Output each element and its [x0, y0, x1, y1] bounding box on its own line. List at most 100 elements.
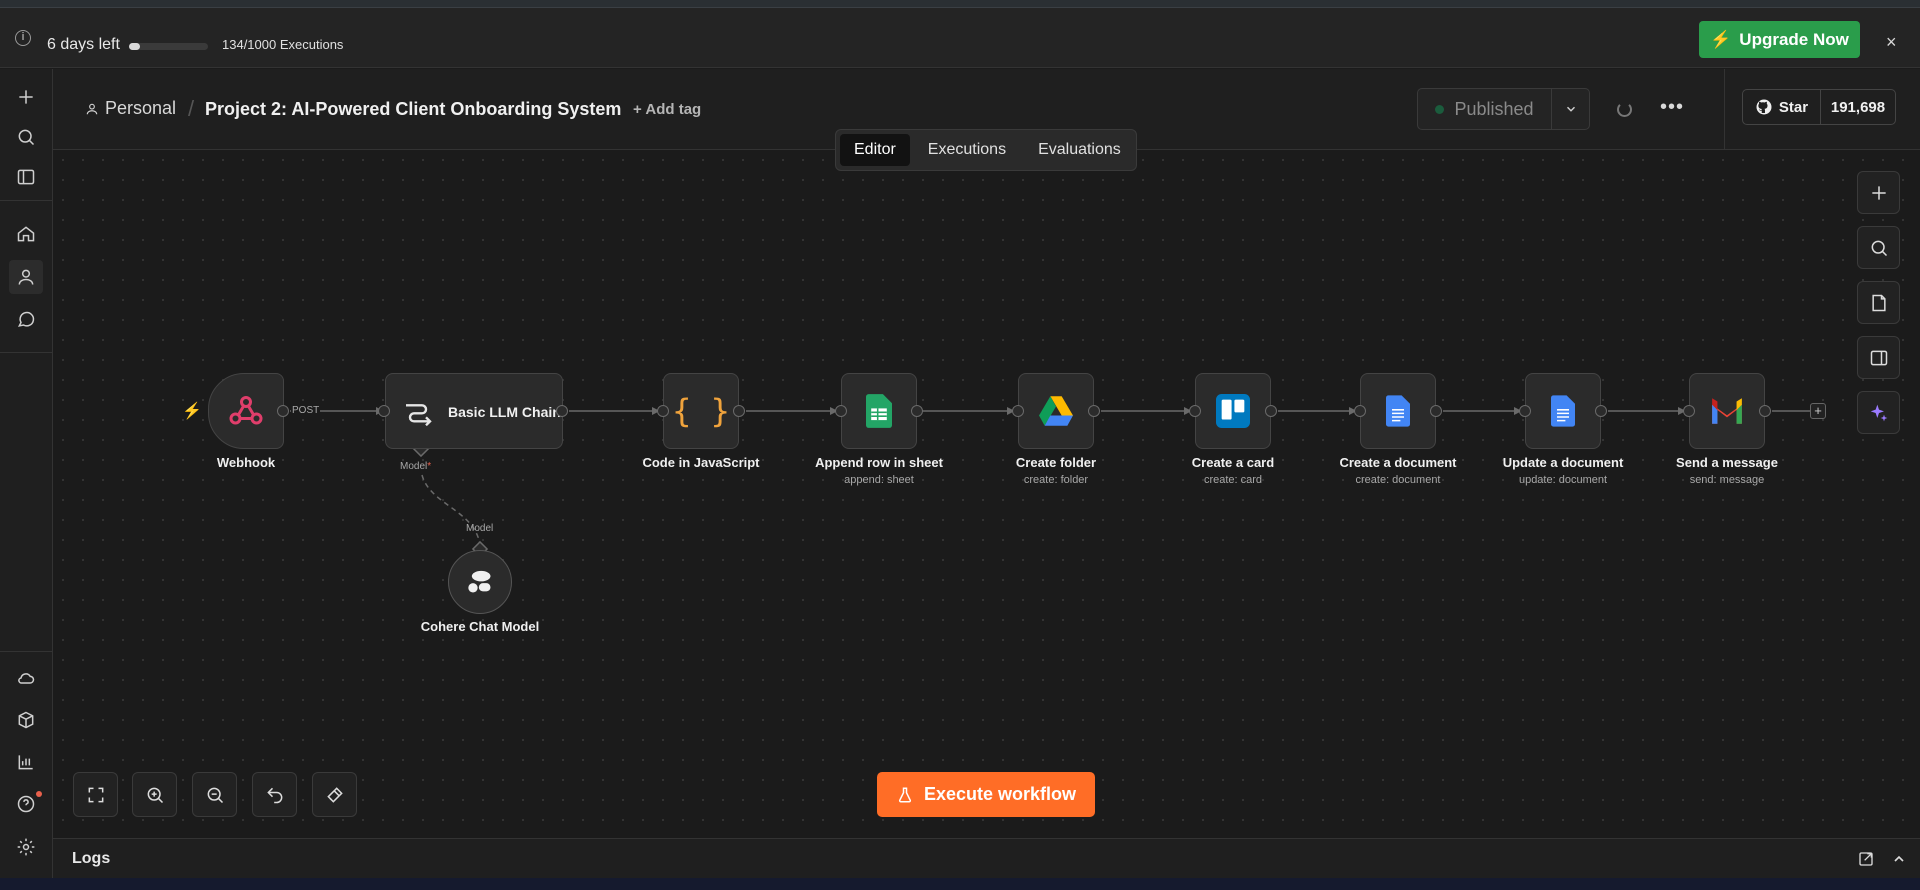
templates-box-icon[interactable] — [13, 707, 39, 733]
node-create-card[interactable] — [1195, 373, 1271, 449]
input-port[interactable] — [835, 405, 847, 417]
node-cohere-chat-model[interactable] — [448, 550, 512, 614]
insights-chart-icon[interactable] — [13, 749, 39, 775]
breadcrumb-owner[interactable]: Personal — [105, 98, 176, 119]
cloud-icon[interactable] — [13, 665, 39, 691]
star-label: Star — [1778, 98, 1809, 116]
model-input-label: Model* — [400, 461, 431, 472]
gmail-icon — [1712, 398, 1742, 424]
output-port[interactable] — [277, 405, 289, 417]
input-port[interactable] — [1354, 405, 1366, 417]
node-send-message[interactable] — [1689, 373, 1765, 449]
pop-out-icon[interactable] — [1858, 851, 1874, 867]
node-create-folder[interactable] — [1018, 373, 1094, 449]
tab-executions[interactable]: Executions — [914, 134, 1020, 166]
sidebar-divider — [0, 200, 52, 201]
publish-control: Published — [1417, 88, 1590, 130]
notification-dot — [36, 791, 42, 797]
output-port[interactable] — [1430, 405, 1442, 417]
search-icon[interactable] — [13, 124, 39, 150]
help-icon[interactable] — [13, 791, 39, 817]
execute-workflow-label: Execute workflow — [923, 784, 1077, 804]
os-taskbar — [0, 878, 1920, 890]
trial-days-left: 6 days left — [47, 36, 120, 53]
home-icon[interactable] — [13, 221, 39, 247]
tidy-up-broom-icon[interactable] — [312, 772, 357, 817]
input-port[interactable] — [1012, 405, 1024, 417]
input-port[interactable] — [1519, 405, 1531, 417]
ai-assistant-sparkle-icon[interactable] — [1857, 391, 1900, 434]
node-create-document[interactable] — [1360, 373, 1436, 449]
node-append-row-sheet[interactable] — [841, 373, 917, 449]
cohere-icon — [468, 570, 491, 593]
more-options-icon[interactable]: ••• — [1660, 96, 1684, 119]
search-nodes-icon[interactable] — [1857, 226, 1900, 269]
node-label: Code in JavaScript — [642, 455, 760, 470]
github-star-widget[interactable]: Star 191,698 — [1742, 89, 1896, 125]
sticky-note-icon[interactable] — [1857, 281, 1900, 324]
breadcrumb-separator: / — [188, 96, 195, 121]
output-port[interactable] — [1759, 405, 1771, 417]
add-icon[interactable] — [13, 84, 39, 110]
breadcrumb[interactable]: Personal — [85, 98, 176, 119]
input-port[interactable] — [378, 405, 390, 417]
zoom-out-icon[interactable] — [192, 772, 237, 817]
output-port[interactable] — [556, 405, 568, 417]
personal-user-icon[interactable] — [9, 260, 43, 294]
zoom-in-icon[interactable] — [132, 772, 177, 817]
logs-title: Logs — [72, 850, 111, 867]
published-button[interactable]: Published — [1418, 89, 1552, 129]
node-subtitle: send: message — [1689, 474, 1765, 486]
input-port[interactable] — [657, 405, 669, 417]
add-node-button[interactable] — [1857, 171, 1900, 214]
node-label: Append row in sheet — [815, 455, 943, 470]
google-drive-icon — [1039, 396, 1073, 426]
model-required-mark: * — [427, 461, 432, 472]
output-port[interactable] — [1265, 405, 1277, 417]
panel-toggle-icon[interactable] — [1857, 336, 1900, 379]
published-label: Published — [1454, 98, 1534, 119]
saving-spinner-icon — [1617, 102, 1632, 117]
upgrade-label: Upgrade Now — [1739, 29, 1849, 49]
chevron-down-icon[interactable] — [1552, 89, 1589, 129]
execution-count: 134/1000 Executions — [222, 37, 344, 52]
star-count: 191,698 — [1830, 98, 1886, 116]
info-icon[interactable]: i — [15, 30, 31, 46]
trello-icon — [1216, 394, 1250, 428]
add-next-node-button[interactable]: + — [1810, 403, 1826, 419]
tab-evaluations[interactable]: Evaluations — [1024, 134, 1135, 166]
chevron-up-icon[interactable] — [1891, 851, 1907, 867]
tab-editor[interactable]: Editor — [840, 134, 910, 166]
node-webhook[interactable] — [208, 373, 284, 449]
upgrade-now-button[interactable]: ⚡ Upgrade Now — [1699, 21, 1860, 58]
node-label: Basic LLM Chain — [448, 404, 561, 420]
fit-view-icon[interactable] — [73, 772, 118, 817]
execute-workflow-button[interactable]: Execute workflow — [877, 772, 1095, 817]
node-label: Webhook — [216, 455, 276, 470]
logs-panel-bar[interactable]: Logs — [53, 838, 1920, 878]
workflow-title[interactable]: Project 2: AI-Powered Client Onboarding … — [205, 99, 621, 120]
github-star-button[interactable]: Star — [1743, 90, 1821, 124]
workflow-canvas[interactable] — [53, 150, 1920, 838]
window-top-edge — [0, 0, 1920, 8]
output-port[interactable] — [1088, 405, 1100, 417]
close-banner-button[interactable]: × — [1886, 32, 1897, 53]
google-docs-icon — [1551, 395, 1575, 427]
input-port[interactable] — [1189, 405, 1201, 417]
node-subtitle: append: sheet — [844, 474, 914, 486]
output-port[interactable] — [911, 405, 923, 417]
add-tag-button[interactable]: + Add tag — [633, 101, 701, 118]
user-icon — [86, 103, 98, 114]
flask-icon — [898, 787, 912, 802]
output-port[interactable] — [1595, 405, 1607, 417]
undo-icon[interactable] — [252, 772, 297, 817]
node-code-javascript[interactable]: { } — [663, 373, 739, 449]
input-port[interactable] — [1683, 405, 1695, 417]
settings-gear-icon[interactable] — [13, 834, 39, 860]
node-update-document[interactable] — [1525, 373, 1601, 449]
node-subtitle: create: folder — [1023, 474, 1089, 486]
output-port[interactable] — [733, 405, 745, 417]
chat-icon[interactable] — [13, 307, 39, 333]
node-basic-llm-chain[interactable]: Basic LLM Chain — [385, 373, 563, 449]
collapse-sidebar-icon[interactable] — [13, 164, 39, 190]
